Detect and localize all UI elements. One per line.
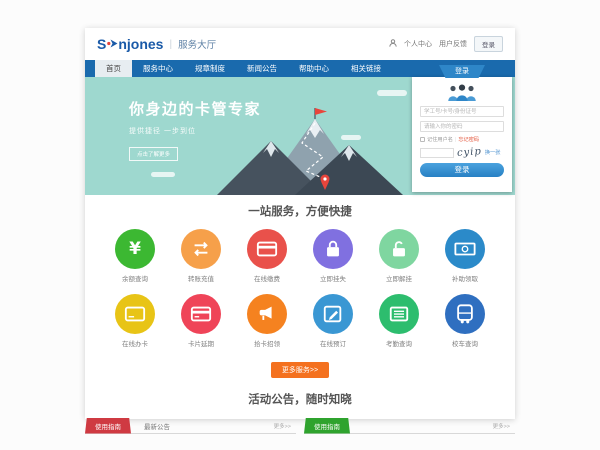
latest-announcements-tab[interactable]: 最新公告 — [144, 421, 170, 431]
service-balance[interactable]: ¥ 余额查询 — [112, 229, 158, 283]
nav-item-regulations[interactable]: 规章制度 — [184, 60, 236, 77]
portal-name: 服务大厅 — [178, 37, 216, 51]
bus-icon[interactable] — [445, 294, 485, 334]
announcement-panel-left: 使用指南 最新公告 更多>> — [85, 418, 296, 434]
panel-header-right: 使用指南 更多>> — [304, 418, 515, 434]
services-row-1: ¥ 余额查询 转账充值 在线缴费 — [85, 229, 515, 283]
panel-header-left: 使用指南 最新公告 更多>> — [85, 418, 296, 434]
banknote-icon[interactable] — [445, 229, 485, 269]
username-input[interactable] — [420, 106, 504, 117]
hero-title: 你身边的卡管专家 — [129, 98, 261, 119]
service-online-booking[interactable]: 在线预订 — [310, 294, 356, 348]
user-feedback-link[interactable]: 用户反馈 — [439, 39, 467, 49]
payment-card-icon[interactable] — [247, 229, 287, 269]
more-link-right[interactable]: 更多>> — [493, 422, 510, 430]
logo-text-first: S — [97, 36, 106, 52]
remember-checkbox[interactable] — [420, 137, 425, 142]
announcements-section: 活动公告，随时知晓 使用指南 最新公告 更多>> 使用指南 更多>> — [85, 378, 515, 434]
service-attendance[interactable]: 考勤查询 — [376, 294, 422, 348]
top-header: S njones | 服务大厅 个人中心 用户反馈 登录 — [85, 28, 515, 60]
service-transfer[interactable]: 转账充值 — [178, 229, 224, 283]
hero-cta-button[interactable]: 点击了解更多 — [129, 147, 178, 161]
logo-arrow-icon — [106, 36, 118, 52]
header-login-button[interactable]: 登录 — [474, 36, 503, 52]
login-panel: 登录 记住用户名 | 忘记密码 cyip 换一张 登 — [412, 77, 512, 192]
service-report-loss[interactable]: 立即挂失 — [310, 229, 356, 283]
hero-subtitle: 提供捷径 一步到位 — [129, 126, 261, 136]
unlock-icon[interactable] — [379, 229, 419, 269]
announcement-panel-right: 使用指南 更多>> — [304, 418, 515, 434]
services-title: 一站服务，方便快捷 — [85, 203, 515, 219]
password-input[interactable] — [420, 121, 504, 132]
cloud-shape — [151, 172, 175, 177]
logo-text-rest: njones — [118, 36, 163, 52]
balance-yuan-icon[interactable]: ¥ — [115, 229, 155, 269]
portal-page: S njones | 服务大厅 个人中心 用户反馈 登录 首页 服务中心 规章制… — [85, 28, 515, 419]
remember-label: 记住用户名 — [427, 136, 453, 143]
edit-booking-icon[interactable] — [313, 294, 353, 334]
nav-item-links[interactable]: 相关链接 — [340, 60, 392, 77]
new-card-icon[interactable] — [115, 294, 155, 334]
attendance-list-icon[interactable] — [379, 294, 419, 334]
transfer-arrows-icon[interactable] — [181, 229, 221, 269]
nav-item-home[interactable]: 首页 — [95, 60, 132, 77]
nav-item-service-center[interactable]: 服务中心 — [132, 60, 184, 77]
hero-text-block: 你身边的卡管专家 提供捷径 一步到位 点击了解更多 — [129, 98, 261, 161]
nav-item-help-center[interactable]: 帮助中心 — [288, 60, 340, 77]
service-new-card[interactable]: 在线办卡 — [112, 294, 158, 348]
login-tab[interactable]: 登录 — [439, 65, 485, 78]
remember-divider: | — [455, 137, 456, 143]
captcha-image[interactable]: cyip — [457, 146, 483, 159]
logo[interactable]: S njones — [97, 36, 163, 52]
card-renewal-icon[interactable] — [181, 294, 221, 334]
logo-divider: | — [169, 39, 172, 50]
forgot-password-link[interactable]: 忘记密码 — [458, 136, 479, 143]
more-link-left[interactable]: 更多>> — [274, 422, 291, 430]
usage-guide-tab-green[interactable]: 使用指南 — [304, 418, 350, 434]
service-school-bus[interactable]: 校车查询 — [442, 294, 488, 348]
service-subsidy[interactable]: 补助领取 — [442, 229, 488, 283]
megaphone-icon[interactable] — [247, 294, 287, 334]
lock-icon[interactable] — [313, 229, 353, 269]
person-icon — [389, 39, 397, 49]
header-utility-links: 个人中心 用户反馈 登录 — [389, 36, 503, 52]
users-icon — [445, 84, 479, 101]
announcement-panels: 使用指南 最新公告 更多>> 使用指南 更多>> — [85, 418, 515, 434]
personal-center-link[interactable]: 个人中心 — [404, 39, 432, 49]
usage-guide-tab-red[interactable]: 使用指南 — [85, 418, 131, 434]
captcha-row: cyip 换一张 — [420, 147, 504, 158]
services-row-2: 在线办卡 卡片延期 拾卡招领 — [85, 294, 515, 348]
service-lost-found[interactable]: 拾卡招领 — [244, 294, 290, 348]
login-submit-button[interactable]: 登录 — [420, 163, 504, 177]
service-cancel-loss[interactable]: 立即解挂 — [376, 229, 422, 283]
screenshot-canvas: S njones | 服务大厅 个人中心 用户反馈 登录 首页 服务中心 规章制… — [0, 0, 600, 450]
nav-item-news[interactable]: 新闻公告 — [236, 60, 288, 77]
refresh-captcha-link[interactable]: 换一张 — [485, 149, 501, 156]
service-payment[interactable]: 在线缴费 — [244, 229, 290, 283]
announcements-title: 活动公告，随时知晓 — [85, 391, 515, 407]
services-section: 一站服务，方便快捷 ¥ 余额查询 转账充值 在线缴费 — [85, 195, 515, 378]
captcha-input[interactable] — [420, 148, 454, 158]
remember-row: 记住用户名 | 忘记密码 — [420, 136, 504, 143]
cloud-shape — [377, 90, 407, 96]
service-card-renewal[interactable]: 卡片延期 — [178, 294, 224, 348]
more-services-button[interactable]: 更多服务>> — [271, 362, 329, 378]
